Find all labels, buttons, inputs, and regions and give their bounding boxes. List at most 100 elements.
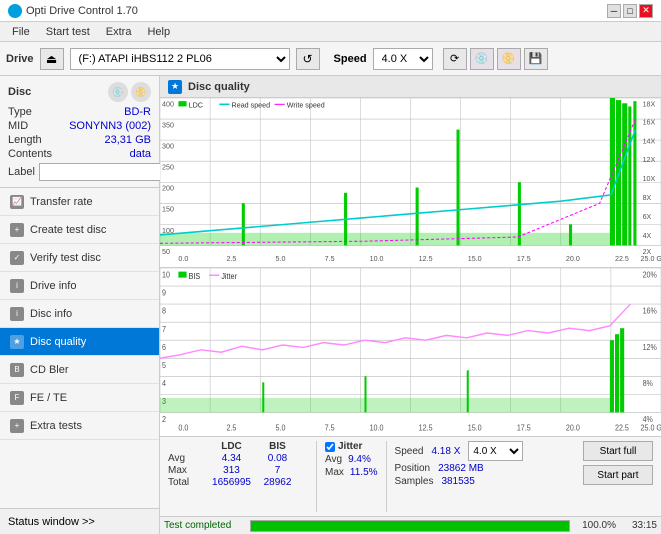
samples-val: 381535 bbox=[441, 476, 474, 487]
nav-label-disc-info: Disc info bbox=[30, 308, 72, 320]
start-full-button[interactable]: Start full bbox=[583, 441, 653, 461]
nav-label-transfer-rate: Transfer rate bbox=[30, 196, 93, 208]
save-icon-btn[interactable]: 💾 bbox=[524, 48, 548, 70]
sidebar: Disc 💿 📀 Type BD-R MID SONYNN3 (002) Len… bbox=[0, 76, 160, 534]
disc-icon-btn[interactable]: 💿 bbox=[470, 48, 494, 70]
svg-text:8X: 8X bbox=[643, 193, 652, 202]
svg-text:6X: 6X bbox=[643, 212, 652, 221]
col-empty bbox=[168, 441, 208, 452]
avg-label: Avg bbox=[168, 453, 208, 464]
svg-text:50: 50 bbox=[162, 247, 170, 256]
disc-length-row: Length 23,31 GB bbox=[8, 134, 151, 146]
close-button[interactable]: ✕ bbox=[639, 4, 653, 18]
titlebar-left: Opti Drive Control 1.70 bbox=[8, 4, 138, 18]
speed-stat-val: 4.18 X bbox=[431, 446, 460, 457]
svg-text:2.5: 2.5 bbox=[226, 254, 236, 263]
bis-chart: 10 9 8 7 6 5 4 3 2 20% 16% 12% 8% 4% bbox=[160, 268, 661, 437]
svg-text:22.5: 22.5 bbox=[615, 254, 629, 263]
disc-quality-header-icon: ★ bbox=[168, 80, 182, 94]
start-part-button[interactable]: Start part bbox=[583, 465, 653, 485]
disc-icon1[interactable]: 💿 bbox=[108, 82, 128, 102]
progress-bar-container: Test completed 100.0% 33:15 bbox=[160, 516, 661, 534]
ldc-chart-svg: 400 350 300 250 200 150 100 50 18X 16X 1… bbox=[160, 98, 661, 267]
drive-select[interactable]: (F:) ATAPI iHBS112 2 PL06 bbox=[70, 48, 290, 70]
col-ldc-header: LDC bbox=[209, 441, 254, 452]
svg-text:4X: 4X bbox=[643, 231, 652, 240]
speed-select[interactable]: 4.0 X bbox=[373, 48, 433, 70]
drive-label: Drive bbox=[6, 53, 34, 65]
svg-text:7: 7 bbox=[162, 324, 166, 334]
jitter-avg-val: 9.4% bbox=[348, 454, 371, 465]
titlebar: Opti Drive Control 1.70 ─ □ ✕ bbox=[0, 0, 661, 22]
svg-text:20%: 20% bbox=[643, 270, 657, 280]
fe-te-icon: F bbox=[10, 391, 24, 405]
disc-contents-row: Contents data bbox=[8, 148, 151, 160]
svg-text:0.0: 0.0 bbox=[178, 254, 188, 263]
svg-text:10.0: 10.0 bbox=[370, 254, 384, 263]
sidebar-item-drive-info[interactable]: i Drive info bbox=[0, 272, 159, 300]
bis-chart-svg: 10 9 8 7 6 5 4 3 2 20% 16% 12% 8% 4% bbox=[160, 268, 661, 437]
svg-text:10.0: 10.0 bbox=[370, 422, 385, 432]
scan-icon-btn[interactable]: ⟳ bbox=[443, 48, 467, 70]
svg-text:15.0: 15.0 bbox=[468, 422, 483, 432]
minimize-button[interactable]: ─ bbox=[607, 4, 621, 18]
jitter-max-values: Max 11.5% bbox=[325, 467, 378, 478]
svg-text:5.0: 5.0 bbox=[276, 422, 287, 432]
total-label: Total bbox=[168, 477, 208, 488]
disc2-icon-btn[interactable]: 📀 bbox=[497, 48, 521, 70]
menu-extra[interactable]: Extra bbox=[98, 22, 140, 42]
svg-text:25.0 GB: 25.0 GB bbox=[641, 254, 661, 263]
svg-text:18X: 18X bbox=[643, 99, 656, 108]
speed-label: Speed bbox=[334, 53, 367, 65]
svg-text:22.5: 22.5 bbox=[615, 422, 630, 432]
maximize-button[interactable]: □ bbox=[623, 4, 637, 18]
stats-header-row: LDC BIS bbox=[168, 441, 308, 452]
samples-label: Samples bbox=[395, 476, 434, 487]
progress-track bbox=[250, 520, 570, 532]
svg-text:350: 350 bbox=[162, 120, 174, 129]
menu-file[interactable]: File bbox=[4, 22, 38, 42]
col-bis-header: BIS bbox=[255, 441, 300, 452]
transfer-rate-icon: 📈 bbox=[10, 195, 24, 209]
drive-refresh-button[interactable]: ↺ bbox=[296, 48, 320, 70]
menu-help[interactable]: Help bbox=[139, 22, 178, 42]
total-ldc-val: 1656995 bbox=[209, 477, 254, 488]
test-speed-select[interactable]: 4.0 X bbox=[468, 441, 523, 461]
drive-toolbar-icons: ⟳ 💿 📀 💾 bbox=[443, 48, 548, 70]
sidebar-item-disc-quality[interactable]: ★ Disc quality bbox=[0, 328, 159, 356]
status-window-toggle[interactable]: Status window >> bbox=[0, 508, 159, 534]
svg-text:2.5: 2.5 bbox=[226, 422, 237, 432]
sidebar-item-fe-te[interactable]: F FE / TE bbox=[0, 384, 159, 412]
disc-label-input[interactable] bbox=[39, 163, 177, 181]
disc-contents-val: data bbox=[130, 148, 151, 160]
drive-eject-button[interactable]: ⏏ bbox=[40, 48, 64, 70]
stats-total-row: Total 1656995 28962 bbox=[168, 477, 308, 488]
disc-panel: Disc 💿 📀 Type BD-R MID SONYNN3 (002) Len… bbox=[0, 76, 159, 188]
jitter-checkbox[interactable] bbox=[325, 442, 335, 452]
stats-avg-row: Avg 4.34 0.08 bbox=[168, 453, 308, 464]
max-ldc-val: 313 bbox=[209, 465, 254, 476]
sidebar-item-create-test-disc[interactable]: + Create test disc bbox=[0, 216, 159, 244]
stats-max-row: Max 313 7 bbox=[168, 465, 308, 476]
disc-quality-icon: ★ bbox=[10, 335, 24, 349]
jitter-max-val: 11.5% bbox=[350, 467, 378, 478]
menu-start-test[interactable]: Start test bbox=[38, 22, 98, 42]
jitter-section: Jitter Avg 9.4% Max 11.5% bbox=[325, 441, 378, 478]
svg-text:5: 5 bbox=[162, 360, 167, 370]
disc-icon2[interactable]: 📀 bbox=[131, 82, 151, 102]
disc-type-label: Type bbox=[8, 106, 32, 118]
sidebar-item-disc-info[interactable]: i Disc info bbox=[0, 300, 159, 328]
svg-text:LDC: LDC bbox=[189, 100, 203, 109]
svg-text:Write speed: Write speed bbox=[287, 100, 325, 109]
sidebar-item-verify-test-disc[interactable]: ✓ Verify test disc bbox=[0, 244, 159, 272]
sidebar-item-extra-tests[interactable]: + Extra tests bbox=[0, 412, 159, 440]
sidebar-item-cd-bler[interactable]: B CD Bler bbox=[0, 356, 159, 384]
nav-label-verify-test-disc: Verify test disc bbox=[30, 252, 101, 264]
svg-text:16X: 16X bbox=[643, 117, 656, 126]
svg-text:8: 8 bbox=[162, 306, 166, 316]
avg-ldc-val: 4.34 bbox=[209, 453, 254, 464]
progress-percent: 100.0% bbox=[576, 520, 616, 531]
sidebar-item-transfer-rate[interactable]: 📈 Transfer rate bbox=[0, 188, 159, 216]
svg-text:8%: 8% bbox=[643, 378, 653, 388]
svg-text:14X: 14X bbox=[643, 136, 656, 145]
